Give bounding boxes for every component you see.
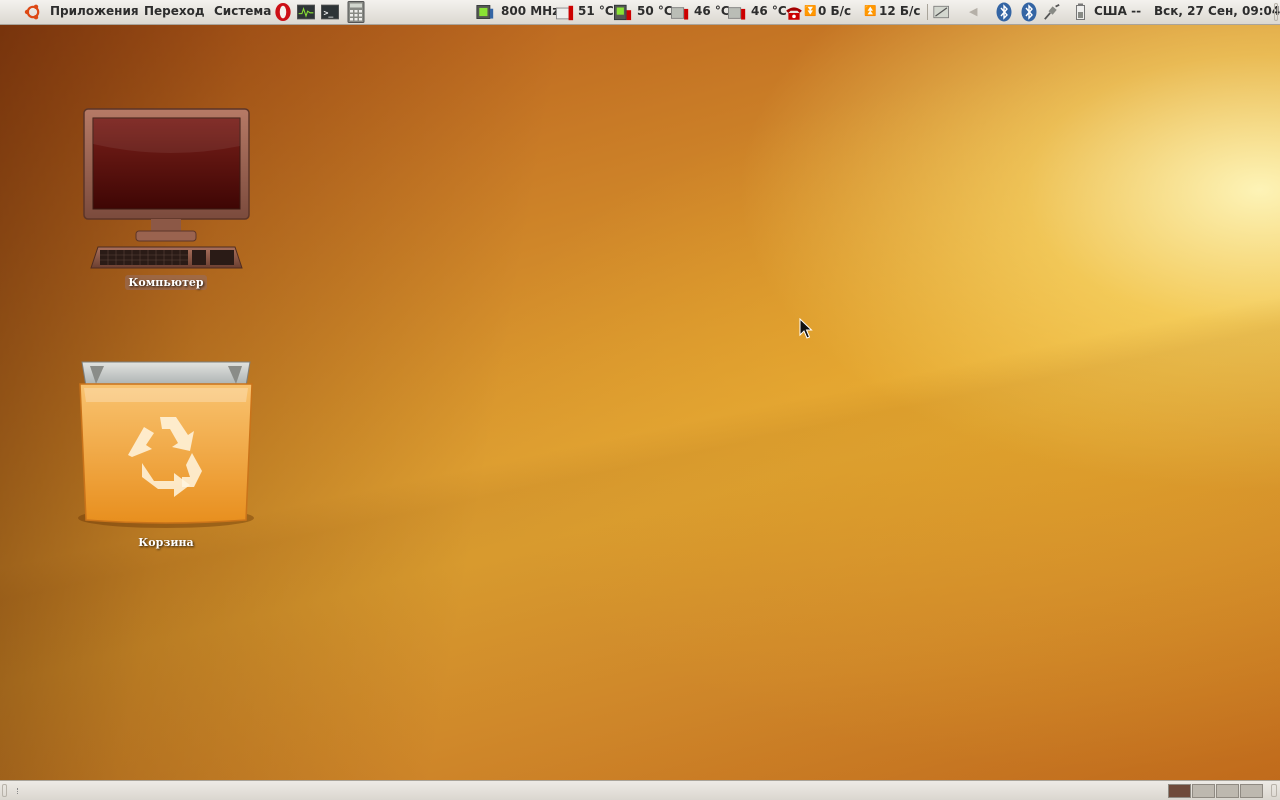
bottom-panel	[0, 780, 1280, 800]
temperature-disk-icon	[671, 7, 689, 20]
terminal-icon[interactable]: >_	[321, 3, 339, 21]
cpu-frequency-value: 800 MHz	[501, 4, 560, 18]
network-cable-icon[interactable]	[1043, 3, 1061, 21]
volume-icon[interactable]: ◀	[969, 0, 977, 24]
system-monitor-icon[interactable]	[297, 3, 315, 21]
cpu-frequency-icon	[476, 5, 494, 19]
trash-desktop-icon[interactable]: Корзина	[74, 354, 258, 554]
bluetooth-icon[interactable]	[995, 2, 1013, 22]
top-panel: Приложения Переход Система >_ 800 MHz 51…	[0, 0, 1280, 25]
battery-icon[interactable]	[1072, 3, 1090, 21]
temperature-value-2: 50 °C	[637, 4, 673, 18]
computer-desktop-icon[interactable]: Компьютер	[76, 106, 256, 292]
opera-browser-icon[interactable]	[274, 1, 292, 23]
calculator-icon[interactable]	[347, 1, 365, 23]
panel-separator	[927, 4, 928, 20]
workspace-switcher-1[interactable]	[1168, 784, 1191, 798]
panel-handle[interactable]	[1274, 3, 1278, 21]
menu-system[interactable]: Система	[212, 0, 273, 24]
network-phone-icon	[786, 7, 802, 20]
menu-applications[interactable]: Приложения	[48, 0, 141, 24]
network-upload-rate: 12 Б/с	[879, 4, 921, 18]
computer-icon	[83, 108, 250, 269]
computer-icon-label: Компьютер	[76, 275, 256, 290]
keyboard-layout-indicator[interactable]: США --	[1094, 0, 1141, 24]
upload-arrow-icon: ⏫	[864, 6, 877, 17]
trash-applet-handle[interactable]	[1271, 784, 1277, 797]
temperature-value-3: 46 °C	[694, 4, 730, 18]
workspace-switcher-4[interactable]	[1240, 784, 1263, 798]
temperature-cpu-icon	[614, 4, 632, 21]
network-download-rate: 0 Б/с	[818, 4, 852, 18]
trash-icon-label: Корзина	[138, 536, 194, 549]
download-arrow-icon: ⏬	[804, 6, 817, 17]
bluetooth-icon[interactable]	[1020, 2, 1038, 22]
panel-drag-handle[interactable]	[17, 788, 21, 794]
clock[interactable]: Вск, 27 Сен, 09:04	[1154, 0, 1280, 24]
mouse-pointer-icon	[799, 318, 813, 339]
menu-places[interactable]: Переход	[142, 0, 207, 24]
ubuntu-logo-icon[interactable]	[24, 3, 42, 21]
svg-text:>_: >_	[323, 7, 333, 17]
workspace-switcher-3[interactable]	[1216, 784, 1239, 798]
temperature-hdd-icon	[556, 5, 574, 21]
temperature-disk-icon	[728, 7, 746, 20]
workspace-switcher-2[interactable]	[1192, 784, 1215, 798]
temperature-value-1: 51 °C	[578, 4, 614, 18]
trash-icon	[78, 361, 254, 528]
temperature-value-4: 46 °C	[751, 4, 787, 18]
show-desktop-button[interactable]	[2, 784, 7, 797]
screenshot-tool-icon[interactable]	[933, 2, 951, 22]
